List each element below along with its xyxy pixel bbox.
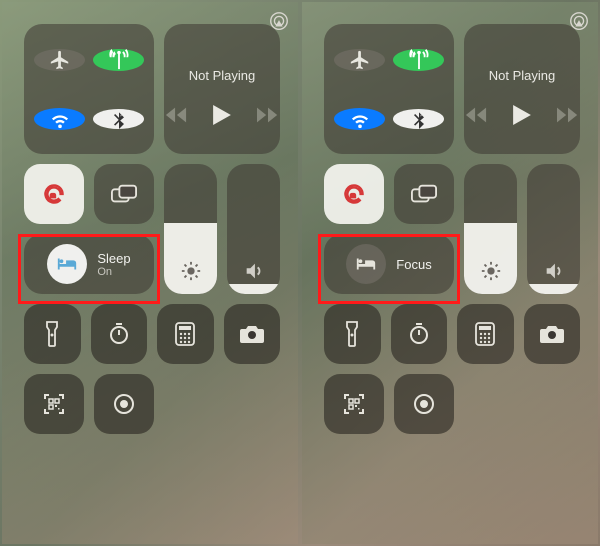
brightness-icon [480, 260, 502, 282]
record-icon [412, 392, 436, 416]
flashlight-button[interactable] [24, 304, 81, 364]
rewind-icon[interactable] [165, 107, 187, 123]
calculator-icon [175, 322, 195, 346]
orientation-lock-button[interactable] [324, 164, 384, 224]
wifi-icon [349, 108, 371, 130]
media-module[interactable]: Not Playing [464, 24, 580, 154]
calculator-button[interactable] [157, 304, 214, 364]
rewind-icon[interactable] [465, 107, 487, 123]
brightness-slider[interactable] [164, 164, 217, 294]
focus-icon-circle [47, 244, 87, 284]
orientation-lock-button[interactable] [24, 164, 84, 224]
wifi-icon [49, 108, 71, 130]
right-screenshot: Not Playing [302, 2, 598, 544]
rotation-lock-icon [341, 181, 367, 207]
media-controls [165, 105, 279, 125]
screen-mirroring-icon [111, 184, 137, 204]
shortcut-row-2 [24, 374, 280, 434]
airplane-mode-button[interactable] [334, 49, 385, 71]
cellular-data-button[interactable] [93, 49, 144, 71]
play-icon[interactable] [213, 105, 231, 125]
flashlight-icon [344, 321, 360, 347]
connectivity-module[interactable] [324, 24, 454, 154]
bluetooth-button[interactable] [393, 109, 444, 129]
camera-icon [539, 324, 565, 344]
bluetooth-icon [409, 109, 429, 129]
focus-sublabel: On [97, 266, 130, 278]
media-title: Not Playing [189, 68, 255, 83]
airplane-icon [49, 49, 71, 71]
camera-icon [239, 324, 265, 344]
focus-text: Sleep On [97, 251, 130, 278]
shortcut-row-1 [324, 304, 580, 364]
wifi-button[interactable] [334, 108, 385, 130]
brightness-slider[interactable] [464, 164, 517, 294]
screen-mirroring-button[interactable] [394, 164, 454, 224]
focus-icon-circle [346, 244, 386, 284]
shortcut-row-1 [24, 304, 280, 364]
qr-scanner-button[interactable] [24, 374, 84, 434]
calculator-icon [475, 322, 495, 346]
antenna-icon [408, 49, 430, 71]
control-center: Not Playing [2, 2, 298, 446]
focus-text: Focus [396, 257, 431, 272]
bluetooth-button[interactable] [93, 109, 144, 129]
screen-mirroring-icon [411, 184, 437, 204]
volume-slider[interactable] [227, 164, 280, 294]
brightness-icon [180, 260, 202, 282]
camera-button[interactable] [224, 304, 281, 364]
volume-icon [543, 260, 565, 282]
focus-module[interactable]: Focus [324, 234, 454, 294]
screen-mirroring-button[interactable] [94, 164, 154, 224]
record-icon [112, 392, 136, 416]
shortcut-row-2 [324, 374, 580, 434]
timer-button[interactable] [391, 304, 448, 364]
screen-record-button[interactable] [394, 374, 454, 434]
focus-label: Sleep [97, 251, 130, 266]
camera-button[interactable] [524, 304, 581, 364]
focus-label: Focus [396, 257, 431, 272]
timer-icon [407, 322, 431, 346]
forward-icon[interactable] [257, 107, 279, 123]
cellular-data-button[interactable] [393, 49, 444, 71]
qr-icon [342, 392, 366, 416]
forward-icon[interactable] [557, 107, 579, 123]
qr-scanner-button[interactable] [324, 374, 384, 434]
rotation-lock-icon [41, 181, 67, 207]
bed-icon [56, 256, 78, 272]
volume-slider[interactable] [527, 164, 580, 294]
media-module[interactable]: Not Playing [164, 24, 280, 154]
flashlight-button[interactable] [324, 304, 381, 364]
focus-module[interactable]: Sleep On [24, 234, 154, 294]
media-controls [465, 105, 579, 125]
timer-button[interactable] [91, 304, 148, 364]
qr-icon [42, 392, 66, 416]
bed-icon [355, 256, 377, 272]
left-screenshot: Not Playing [2, 2, 298, 544]
connectivity-module[interactable] [24, 24, 154, 154]
media-title: Not Playing [489, 68, 555, 83]
bluetooth-icon [109, 109, 129, 129]
screen-record-button[interactable] [94, 374, 154, 434]
airplane-icon [349, 49, 371, 71]
antenna-icon [108, 49, 130, 71]
play-icon[interactable] [513, 105, 531, 125]
wifi-button[interactable] [34, 108, 85, 130]
flashlight-icon [44, 321, 60, 347]
calculator-button[interactable] [457, 304, 514, 364]
volume-icon [243, 260, 265, 282]
airplane-mode-button[interactable] [34, 49, 85, 71]
control-center: Not Playing [302, 2, 598, 446]
timer-icon [107, 322, 131, 346]
